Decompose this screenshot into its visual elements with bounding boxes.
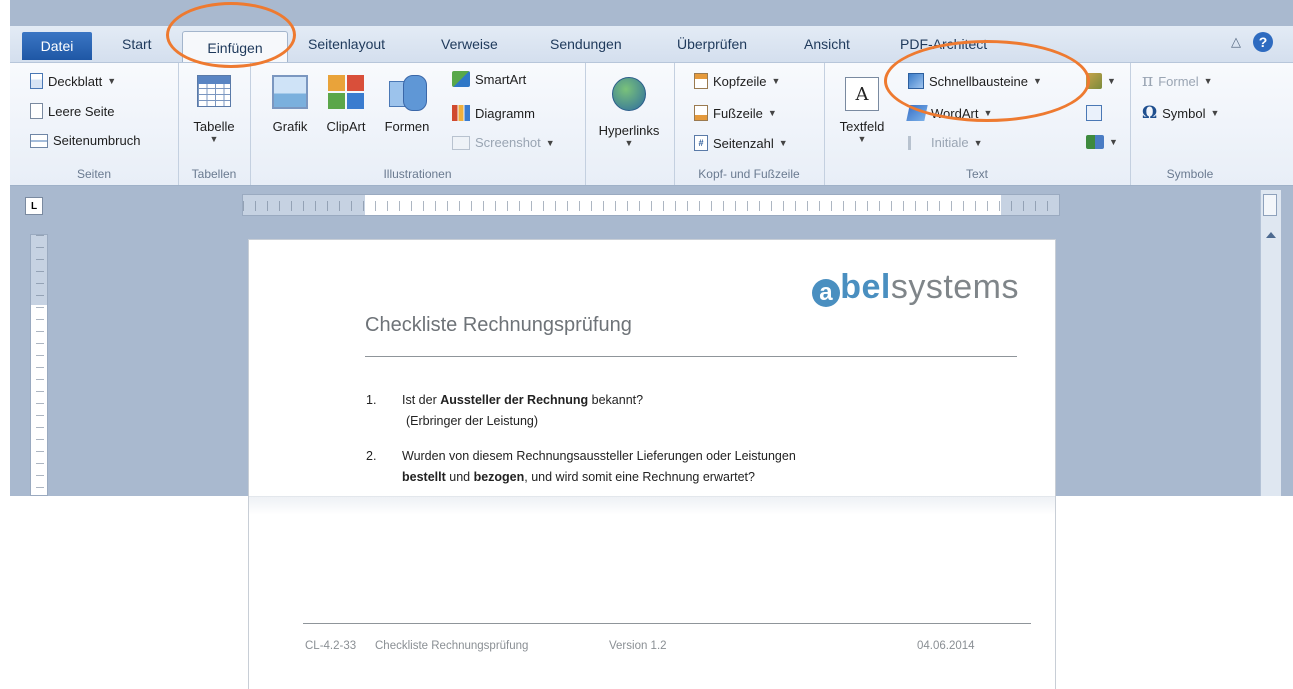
footer-button[interactable]: Fußzeile ▼ <box>694 105 777 121</box>
scroll-up-icon[interactable] <box>1266 232 1276 238</box>
annotation-circle-insert-tab <box>166 2 296 68</box>
dropdown-arrow-icon: ▼ <box>767 108 777 118</box>
clipart-icon <box>328 75 364 109</box>
group-links: Hyperlinks ▼ <box>585 63 675 185</box>
group-label-symbols: Symbole <box>1166 167 1214 181</box>
smartart-button[interactable]: SmartArt <box>452 71 526 87</box>
shapes-icon <box>389 75 427 111</box>
footer-doc-id: CL-4.2-33 <box>305 640 357 652</box>
chart-icon <box>452 105 470 121</box>
blank-page-button[interactable]: Leere Seite <box>30 103 115 119</box>
page-break-button[interactable]: Seitenumbruch <box>30 133 140 148</box>
shapes-button[interactable]: Formen <box>378 75 436 134</box>
table-button[interactable]: Tabelle ▼ <box>188 75 240 144</box>
clipart-button[interactable]: ClipArt <box>318 75 374 134</box>
group-label-tables: Tabellen <box>191 167 237 181</box>
group-label-header-footer: Kopf- und Fußzeile <box>698 167 800 181</box>
group-symbols: π Formel ▼ Ω Symbol ▼ Symbole <box>1130 63 1250 185</box>
picture-icon <box>272 75 308 109</box>
dropdown-arrow-icon: ▼ <box>973 137 983 148</box>
tab-review[interactable]: Überprüfen <box>677 36 747 52</box>
tab-references[interactable]: Verweise <box>441 36 498 52</box>
table-icon <box>197 75 231 107</box>
footer-version: Version 1.2 <box>609 640 667 652</box>
group-pages: Deckblatt ▼ Leere Seite Seitenumbruch Sei… <box>10 63 179 185</box>
group-label-pages: Seiten <box>76 167 112 181</box>
ribbon: Deckblatt ▼ Leere Seite Seitenumbruch Sei… <box>10 62 1293 186</box>
ribbon-minimize-icon[interactable]: △ <box>1231 34 1241 50</box>
hyperlink-globe-icon <box>612 77 646 111</box>
chart-button[interactable]: Diagramm <box>452 105 535 121</box>
document-title: Checkliste Rechnungsprüfung <box>365 314 632 336</box>
page-number-button[interactable]: # Seitenzahl ▼ <box>694 135 788 151</box>
cover-page-icon <box>30 73 43 89</box>
textbox-icon: A <box>845 77 879 111</box>
page-number-icon: # <box>694 135 708 151</box>
dropdown-arrow-icon: ▼ <box>857 134 867 144</box>
cover-page-button[interactable]: Deckblatt ▼ <box>30 73 116 89</box>
dropdown-arrow-icon: ▼ <box>771 76 781 86</box>
view-ruler-button[interactable] <box>1263 194 1277 216</box>
vertical-scrollbar[interactable] <box>1260 190 1281 496</box>
dropdown-arrow-icon: ▼ <box>1210 108 1220 118</box>
object-icon <box>1086 135 1104 149</box>
tab-page-layout[interactable]: Seitenlayout <box>308 36 385 52</box>
textbox-button[interactable]: A Textfeld ▼ <box>832 77 892 144</box>
group-header-footer: Kopfzeile ▼ Fußzeile ▼ # Seitenzahl ▼ Kopf-… <box>674 63 825 185</box>
smartart-icon <box>452 71 470 87</box>
object-button[interactable]: ▼ <box>1086 135 1118 149</box>
header-icon <box>694 73 708 89</box>
footer-icon <box>694 105 708 121</box>
dropcap-button[interactable]: Initiale ▼ <box>908 135 983 150</box>
dropdown-arrow-icon: ▼ <box>545 137 555 148</box>
title-rule <box>365 356 1017 357</box>
tab-stop-selector[interactable]: L <box>25 197 43 215</box>
date-time-button[interactable] <box>1086 105 1102 121</box>
group-tables: Tabelle ▼ Tabellen <box>178 63 251 185</box>
tab-file[interactable]: Datei <box>22 32 92 60</box>
dropdown-arrow-icon: ▼ <box>209 134 219 144</box>
pi-icon: π <box>1142 71 1154 91</box>
page-break-gap <box>249 496 1055 515</box>
header-button[interactable]: Kopfzeile ▼ <box>694 73 780 89</box>
symbol-button[interactable]: Ω Symbol ▼ <box>1142 103 1219 123</box>
tab-mailings[interactable]: Sendungen <box>550 36 622 52</box>
dropdown-arrow-icon: ▼ <box>107 76 117 86</box>
hyperlinks-button[interactable]: Hyperlinks ▼ <box>593 77 665 148</box>
abelsystems-logo: a belsystems <box>812 268 1019 307</box>
date-time-icon <box>1086 105 1102 121</box>
footer-date: 04.06.2014 <box>917 640 975 652</box>
group-label-illustrations: Illustrationen <box>383 167 452 181</box>
picture-button[interactable]: Grafik <box>266 75 314 134</box>
screenshot-button[interactable]: Screenshot ▼ <box>452 135 555 150</box>
formula-button[interactable]: π Formel ▼ <box>1142 71 1213 91</box>
dropdown-arrow-icon: ▼ <box>778 138 788 148</box>
group-illustrations: Grafik ClipArt Formen SmartArt Diagramm … <box>250 63 586 185</box>
screenshot-icon <box>452 135 470 150</box>
signature-line-button[interactable]: ▼ <box>1086 73 1116 89</box>
tab-view[interactable]: Ansicht <box>804 36 850 52</box>
dropdown-arrow-icon: ▼ <box>1203 76 1213 86</box>
dropdown-arrow-icon: ▼ <box>1107 76 1116 86</box>
footer-doc-name: Checkliste Rechnungsprüfung <box>375 640 529 652</box>
page-break-icon <box>30 133 48 148</box>
group-label-text: Text <box>965 167 988 181</box>
tab-start[interactable]: Start <box>122 36 152 52</box>
vertical-ruler[interactable] <box>30 234 48 496</box>
blank-page-icon <box>30 103 43 119</box>
footer-rule <box>303 623 1031 624</box>
document-page[interactable]: a belsystems Checkliste Rechnungsprüfung … <box>249 240 1055 689</box>
help-icon[interactable]: ? <box>1253 32 1273 52</box>
dropcap-icon <box>908 135 926 150</box>
dropdown-arrow-icon: ▼ <box>624 138 634 148</box>
dropdown-arrow-icon: ▼ <box>1109 137 1118 147</box>
horizontal-ruler[interactable] <box>242 194 1060 216</box>
annotation-circle-quickparts <box>884 40 1090 122</box>
omega-icon: Ω <box>1142 103 1158 123</box>
